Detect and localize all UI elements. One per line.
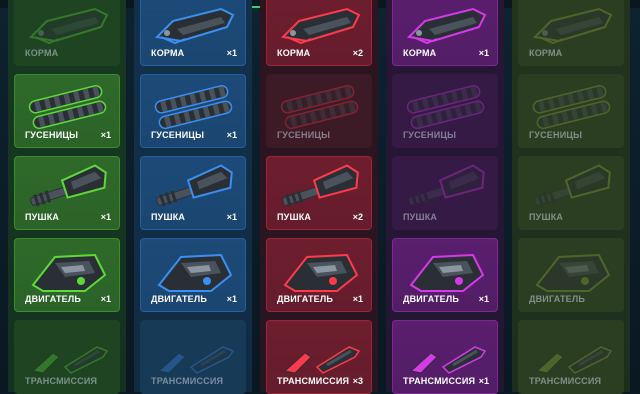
part-card-hull[interactable]: КОРМА [14, 0, 120, 66]
part-card-gun[interactable]: ПУШКА [392, 156, 498, 230]
tank-gun-icon [156, 164, 233, 207]
part-name: ГУСЕНИЦЫ [529, 130, 583, 140]
part-name: ГУСЕНИЦЫ [277, 130, 331, 140]
parts-collection-screen: КОРМА ГУСЕНИЦЫ ×1 ПУШКА ×1 ДВИГАТЕЛЬ ×1 ТРА… [0, 0, 640, 394]
part-card-gun[interactable]: ПУШКА [518, 156, 624, 230]
part-card-tracks[interactable]: ГУСЕНИЦЫ ×1 [14, 74, 120, 148]
part-card-tracks[interactable]: ГУСЕНИЦЫ ×1 [140, 74, 246, 148]
part-card-engine[interactable]: ДВИГАТЕЛЬ [518, 238, 624, 312]
parts-column-red: КОРМА ×2 ГУСЕНИЦЫ ПУШКА ×2 ДВИГАТЕЛЬ ×1 ТРА… [260, 0, 378, 394]
part-card-tracks[interactable]: ГУСЕНИЦЫ [518, 74, 624, 148]
part-name: ДВИГАТЕЛЬ [25, 294, 82, 304]
part-name: ТРАНСМИССИЯ [529, 376, 602, 386]
tank-hull-rear-icon [280, 7, 361, 45]
tank-tracks-icon [28, 85, 107, 130]
tank-transmission-icon [409, 346, 487, 374]
parts-column-purple: КОРМА ×1 ГУСЕНИЦЫ ПУШКА ДВИГАТЕЛЬ ×1 ТРАНС… [386, 0, 504, 394]
part-name: КОРМА [151, 48, 185, 58]
part-name: ТРАНСМИССИЯ [25, 376, 98, 386]
parts-column-blue: КОРМА ×1 ГУСЕНИЦЫ ×1 ПУШКА ×1 ДВИГАТЕЛЬ ×1 Т… [134, 0, 252, 394]
part-card-transmission[interactable]: ТРАНСМИССИЯ [14, 320, 120, 394]
part-name: ДВИГАТЕЛЬ [277, 294, 334, 304]
part-card-hull[interactable]: КОРМА ×1 [392, 0, 498, 66]
part-name: ПУШКА [403, 212, 438, 222]
part-name: ГУСЕНИЦЫ [25, 130, 79, 140]
part-count: ×1 [478, 294, 489, 304]
parts-column-olive: КОРМА ГУСЕНИЦЫ ПУШКА ДВИГАТЕЛЬ ТРАНСМИСС… [512, 0, 630, 394]
part-count: ×1 [226, 130, 237, 140]
tank-gun-icon [30, 164, 107, 207]
tank-gun-icon [408, 164, 485, 207]
part-name: ПУШКА [25, 212, 60, 222]
part-card-transmission[interactable]: ТРАНСМИССИЯ ×1 [392, 320, 498, 394]
tank-transmission-icon [283, 346, 361, 374]
part-count: ×1 [226, 212, 237, 222]
part-count: ×1 [352, 294, 363, 304]
tank-tracks-icon [280, 85, 359, 130]
part-name: ТРАНСМИССИЯ [277, 376, 350, 386]
part-name: ГУСЕНИЦЫ [403, 130, 457, 140]
part-count: ×1 [100, 294, 111, 304]
tank-hull-rear-icon [406, 7, 487, 45]
part-name: ПУШКА [151, 212, 186, 222]
tank-hull-rear-icon [532, 7, 613, 45]
part-count: ×1 [226, 294, 237, 304]
part-count: ×1 [226, 48, 237, 58]
part-name: ДВИГАТЕЛЬ [151, 294, 208, 304]
tank-engine-icon [409, 253, 485, 292]
tank-gun-icon [282, 164, 359, 207]
part-card-tracks[interactable]: ГУСЕНИЦЫ [392, 74, 498, 148]
part-name: КОРМА [403, 48, 437, 58]
part-name: КОРМА [277, 48, 311, 58]
part-card-transmission[interactable]: ТРАНСМИССИЯ ×3 [266, 320, 372, 394]
part-card-hull[interactable]: КОРМА ×1 [140, 0, 246, 66]
tank-gun-icon [534, 164, 611, 207]
tank-engine-icon [157, 253, 233, 292]
part-count: ×2 [352, 212, 363, 222]
part-card-engine[interactable]: ДВИГАТЕЛЬ ×1 [392, 238, 498, 312]
part-name: ГУСЕНИЦЫ [151, 130, 205, 140]
part-count: ×2 [352, 48, 363, 58]
part-card-gun[interactable]: ПУШКА ×2 [266, 156, 372, 230]
parts-column-green: КОРМА ГУСЕНИЦЫ ×1 ПУШКА ×1 ДВИГАТЕЛЬ ×1 ТРА… [8, 0, 126, 394]
part-name: ДВИГАТЕЛЬ [529, 294, 586, 304]
tank-engine-icon [535, 253, 611, 292]
tank-transmission-icon [535, 346, 613, 374]
part-card-gun[interactable]: ПУШКА ×1 [140, 156, 246, 230]
part-count: ×1 [478, 48, 489, 58]
part-card-hull[interactable]: КОРМА [518, 0, 624, 66]
part-name: КОРМА [529, 48, 563, 58]
part-count: ×1 [100, 212, 111, 222]
tank-tracks-icon [154, 85, 233, 130]
part-card-gun[interactable]: ПУШКА ×1 [14, 156, 120, 230]
part-card-hull[interactable]: КОРМА ×2 [266, 0, 372, 66]
part-name: ТРАНСМИССИЯ [151, 376, 224, 386]
part-name: КОРМА [25, 48, 59, 58]
tank-transmission-icon [157, 346, 235, 374]
tank-tracks-icon [406, 85, 485, 130]
part-name: ПУШКА [529, 212, 564, 222]
part-name: ТРАНСМИССИЯ [403, 376, 476, 386]
part-count: ×1 [478, 376, 489, 386]
part-card-transmission[interactable]: ТРАНСМИССИЯ [518, 320, 624, 394]
tank-engine-icon [31, 253, 107, 292]
tank-hull-rear-icon [28, 7, 109, 45]
part-card-tracks[interactable]: ГУСЕНИЦЫ [266, 74, 372, 148]
part-name: ДВИГАТЕЛЬ [403, 294, 460, 304]
tank-engine-icon [283, 253, 359, 292]
tank-hull-rear-icon [154, 7, 235, 45]
part-card-transmission[interactable]: ТРАНСМИССИЯ [140, 320, 246, 394]
tank-tracks-icon [532, 85, 611, 130]
part-count: ×1 [100, 130, 111, 140]
part-card-engine[interactable]: ДВИГАТЕЛЬ ×1 [266, 238, 372, 312]
part-count: ×3 [352, 376, 363, 386]
part-card-engine[interactable]: ДВИГАТЕЛЬ ×1 [140, 238, 246, 312]
part-card-engine[interactable]: ДВИГАТЕЛЬ ×1 [14, 238, 120, 312]
part-name: ПУШКА [277, 212, 312, 222]
tank-transmission-icon [31, 346, 109, 374]
